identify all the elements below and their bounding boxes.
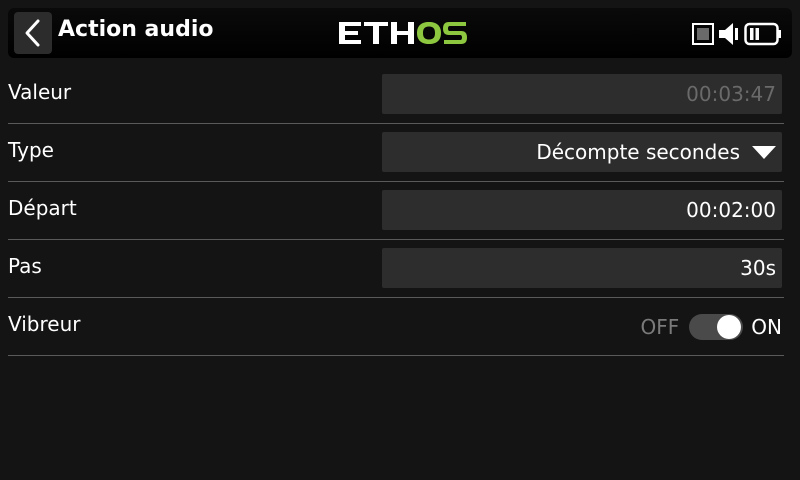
status-icons	[692, 22, 782, 46]
row-depart: Départ 00:02:00	[8, 182, 784, 240]
toggle-off-label: OFF	[640, 315, 680, 339]
back-button[interactable]	[14, 12, 52, 54]
row-vibreur: Vibreur OFF ON	[8, 298, 784, 356]
header-bar: Action audio	[0, 0, 800, 60]
type-dropdown[interactable]: Décompte secondes	[382, 132, 782, 172]
toggle-on-label: ON	[751, 315, 782, 339]
row-label: Valeur	[8, 80, 72, 104]
sd-card-icon	[692, 23, 714, 45]
row-pas: Pas 30s	[8, 240, 784, 298]
pas-field[interactable]: 30s	[382, 248, 782, 288]
header-inner: Action audio	[8, 8, 792, 58]
row-label: Type	[8, 138, 54, 162]
speaker-icon	[719, 23, 738, 45]
row-label: Vibreur	[8, 312, 81, 336]
type-dropdown-value: Décompte secondes	[536, 140, 740, 164]
vibreur-toggle[interactable]: OFF ON	[641, 314, 782, 340]
valeur-value: 00:03:47	[382, 74, 782, 114]
row-label: Départ	[8, 196, 77, 220]
toggle-switch[interactable]	[689, 314, 744, 340]
depart-field[interactable]: 00:02:00	[382, 190, 782, 230]
page-title: Action audio	[58, 17, 214, 42]
row-label: Pas	[8, 254, 42, 278]
row-type: Type Décompte secondes	[8, 124, 784, 182]
settings-list: Valeur 00:03:47 Type Décompte secondes D…	[8, 66, 784, 356]
toggle-knob	[717, 315, 742, 339]
row-valeur: Valeur 00:03:47	[8, 66, 784, 124]
battery-icon	[744, 22, 781, 46]
ethos-logo	[339, 22, 467, 44]
chevron-left-icon	[25, 19, 40, 47]
caret-down-icon	[752, 145, 776, 159]
